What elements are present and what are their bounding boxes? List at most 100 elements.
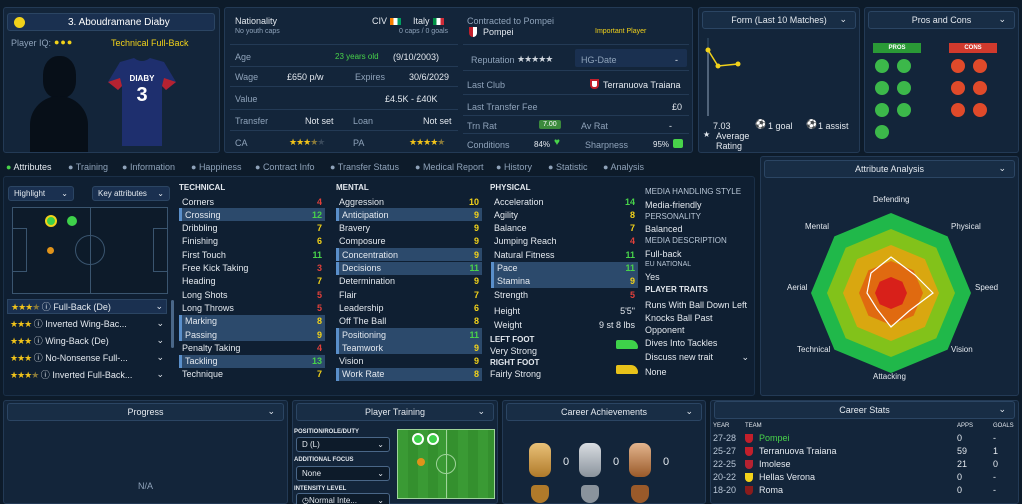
attribute-row[interactable]: Crossing 12	[179, 208, 325, 222]
attribute-value: 4	[316, 342, 322, 353]
pro-pass-icon[interactable]	[897, 103, 911, 117]
attribute-row[interactable]: Flair 7	[336, 288, 482, 301]
age-label: Age	[235, 52, 252, 62]
attribute-row[interactable]: Agility 8	[491, 208, 638, 221]
form-goals: 1 goal	[768, 121, 793, 131]
attribute-row[interactable]: Concentration 9	[336, 248, 482, 262]
proscons-header[interactable]: Pros and Cons ⌄	[868, 11, 1015, 29]
analysis-header[interactable]: Attribute Analysis ⌄	[764, 160, 1015, 178]
attribute-row[interactable]: Bravery 9	[336, 222, 482, 235]
attribute-row[interactable]: Leadership 6	[336, 301, 482, 314]
role-item[interactable]: ★★★★ ⓘ Full-Back (De) ⌄	[7, 299, 167, 314]
attribute-row[interactable]: Decisions 11	[336, 261, 482, 275]
player-iq-dots: ●●●	[54, 37, 74, 47]
career-header[interactable]: Career Stats ⌄	[714, 401, 1015, 419]
shirt-number: 3	[136, 84, 148, 106]
attribute-value: 7	[629, 223, 635, 234]
attribute-row[interactable]: First Touch 11	[179, 248, 325, 261]
radar-label-aerial: Aerial	[787, 283, 808, 292]
tab-training[interactable]: ● Training	[68, 162, 108, 172]
pro-target-icon[interactable]	[875, 81, 889, 95]
highlight-dropdown[interactable]: Highlight ⌄	[8, 186, 74, 201]
attribute-row[interactable]: Technique 7	[179, 368, 325, 381]
progress-header[interactable]: Progress ⌄	[7, 403, 284, 421]
chevron-down-icon: ⌄	[685, 406, 693, 416]
pro-tackle-icon[interactable]	[875, 103, 889, 117]
attribute-row[interactable]: Passing 9	[179, 328, 325, 341]
pro-flask-icon[interactable]	[875, 125, 889, 139]
tab-statistic[interactable]: ● Statistic	[548, 162, 587, 172]
attribute-row[interactable]: Long Shots 5	[179, 288, 325, 301]
attribute-name: Natural Fitness	[494, 249, 555, 260]
contract-club: Pompei	[483, 27, 514, 37]
pro-boot-icon[interactable]	[897, 81, 911, 95]
training-header[interactable]: Player Training ⌄	[296, 403, 494, 421]
attribute-row[interactable]: Composure 9	[336, 235, 482, 248]
role-item[interactable]: ★★★ ⓘ No-Nonsense Full-... ⌄	[7, 351, 167, 364]
attribute-row[interactable]: Tackling 13	[179, 354, 325, 368]
attribute-row[interactable]: Penalty Taking 4	[179, 341, 325, 354]
attribute-row[interactable]: Natural Fitness 11	[491, 248, 638, 261]
attribute-row[interactable]: Aggression 10	[336, 195, 482, 208]
pro-finishing-icon[interactable]	[875, 59, 889, 73]
career-goals: -	[993, 485, 996, 495]
con-muscle-icon[interactable]	[951, 103, 965, 117]
attribute-row[interactable]: Heading 7	[179, 275, 325, 288]
attribute-row[interactable]: Corners 4	[179, 195, 325, 208]
attribute-row[interactable]: Work Rate 8	[336, 367, 482, 381]
con-header-icon[interactable]	[973, 59, 987, 73]
con-gears-icon[interactable]	[973, 103, 987, 117]
attribute-value: 9	[473, 236, 479, 247]
attribute-row[interactable]: Finishing 6	[179, 235, 325, 248]
con-star-icon[interactable]	[951, 59, 965, 73]
attribute-row[interactable]: Strength 5	[491, 288, 638, 301]
attribute-name: Passing	[185, 329, 218, 340]
tab-happiness[interactable]: ● Happiness	[191, 162, 241, 172]
player-silhouette	[30, 56, 88, 152]
attribute-row[interactable]: Off The Ball 8	[336, 315, 482, 328]
role-item[interactable]: ★★★ ⓘ Wing-Back (De) ⌄	[7, 334, 167, 347]
sharpness-label: Sharpness	[585, 140, 629, 150]
form-header[interactable]: Form (Last 10 Matches) ⌄	[702, 11, 856, 29]
tab-information[interactable]: ● Information	[122, 162, 175, 172]
con-chart-icon[interactable]	[973, 81, 987, 95]
attribute-row[interactable]: Anticipation 9	[336, 208, 482, 222]
attribute-row[interactable]: Pace 11	[491, 261, 638, 275]
left-foot-value: Very Strong	[490, 346, 538, 356]
prd-select[interactable]: D (L) ⌄	[296, 437, 390, 452]
attribute-row[interactable]: Dribbling 7	[179, 222, 325, 235]
attribute-row[interactable]: Long Throws 5	[179, 301, 325, 314]
role-list-scrollbar[interactable]	[171, 300, 174, 348]
player-name-bar[interactable]: 3. Aboudramane Diaby	[7, 13, 215, 31]
role-item[interactable]: ★★★★ ⓘ Inverted Full-Back... ⌄	[7, 368, 167, 381]
attribute-row[interactable]: Acceleration 14	[491, 195, 638, 208]
attribute-row[interactable]: Stamina 9	[491, 274, 638, 288]
intensity-select[interactable]: ◷ Normal Inte... ⌄	[296, 493, 390, 504]
focus-select[interactable]: None ⌄	[296, 466, 390, 481]
attribute-row[interactable]: Jumping Reach 4	[491, 235, 638, 248]
attribute-row[interactable]: Determination 9	[336, 275, 482, 288]
attribute-row[interactable]: Vision 9	[336, 355, 482, 368]
tab-transfer-status[interactable]: ● Transfer Status	[330, 162, 399, 172]
pro-crossing-icon[interactable]	[897, 59, 911, 73]
chevron-down-icon: ⌄	[998, 14, 1006, 24]
tab-medical-report[interactable]: ● Medical Report	[415, 162, 483, 172]
attribute-value: 11	[469, 263, 479, 273]
tab-attributes[interactable]: ● Attributes	[6, 162, 51, 172]
key-attributes-dropdown[interactable]: Key attributes ⌄	[92, 186, 170, 201]
training-title: Player Training	[364, 407, 426, 417]
player-shirt: DIABY 3	[108, 58, 176, 146]
con-spring-icon[interactable]	[951, 81, 965, 95]
attribute-row[interactable]: Balance 7	[491, 222, 638, 235]
discuss-trait-button[interactable]: Discuss new trait ⌄	[645, 352, 749, 363]
tab-history[interactable]: ● History	[496, 162, 532, 172]
eu-national-label: EU NATIONAL	[645, 261, 692, 268]
tab-analysis[interactable]: ● Analysis	[603, 162, 644, 172]
attribute-row[interactable]: Positioning 11	[336, 328, 482, 341]
role-item[interactable]: ★★★ ⓘ Inverted Wing-Bac... ⌄	[7, 317, 167, 330]
attribute-row[interactable]: Marking 8	[179, 314, 325, 328]
tab-contract-info[interactable]: ● Contract Info	[255, 162, 314, 172]
achievements-header[interactable]: Career Achievements ⌄	[506, 403, 702, 421]
attribute-row[interactable]: Teamwork 9	[336, 341, 482, 355]
attribute-row[interactable]: Free Kick Taking 3	[179, 262, 325, 275]
